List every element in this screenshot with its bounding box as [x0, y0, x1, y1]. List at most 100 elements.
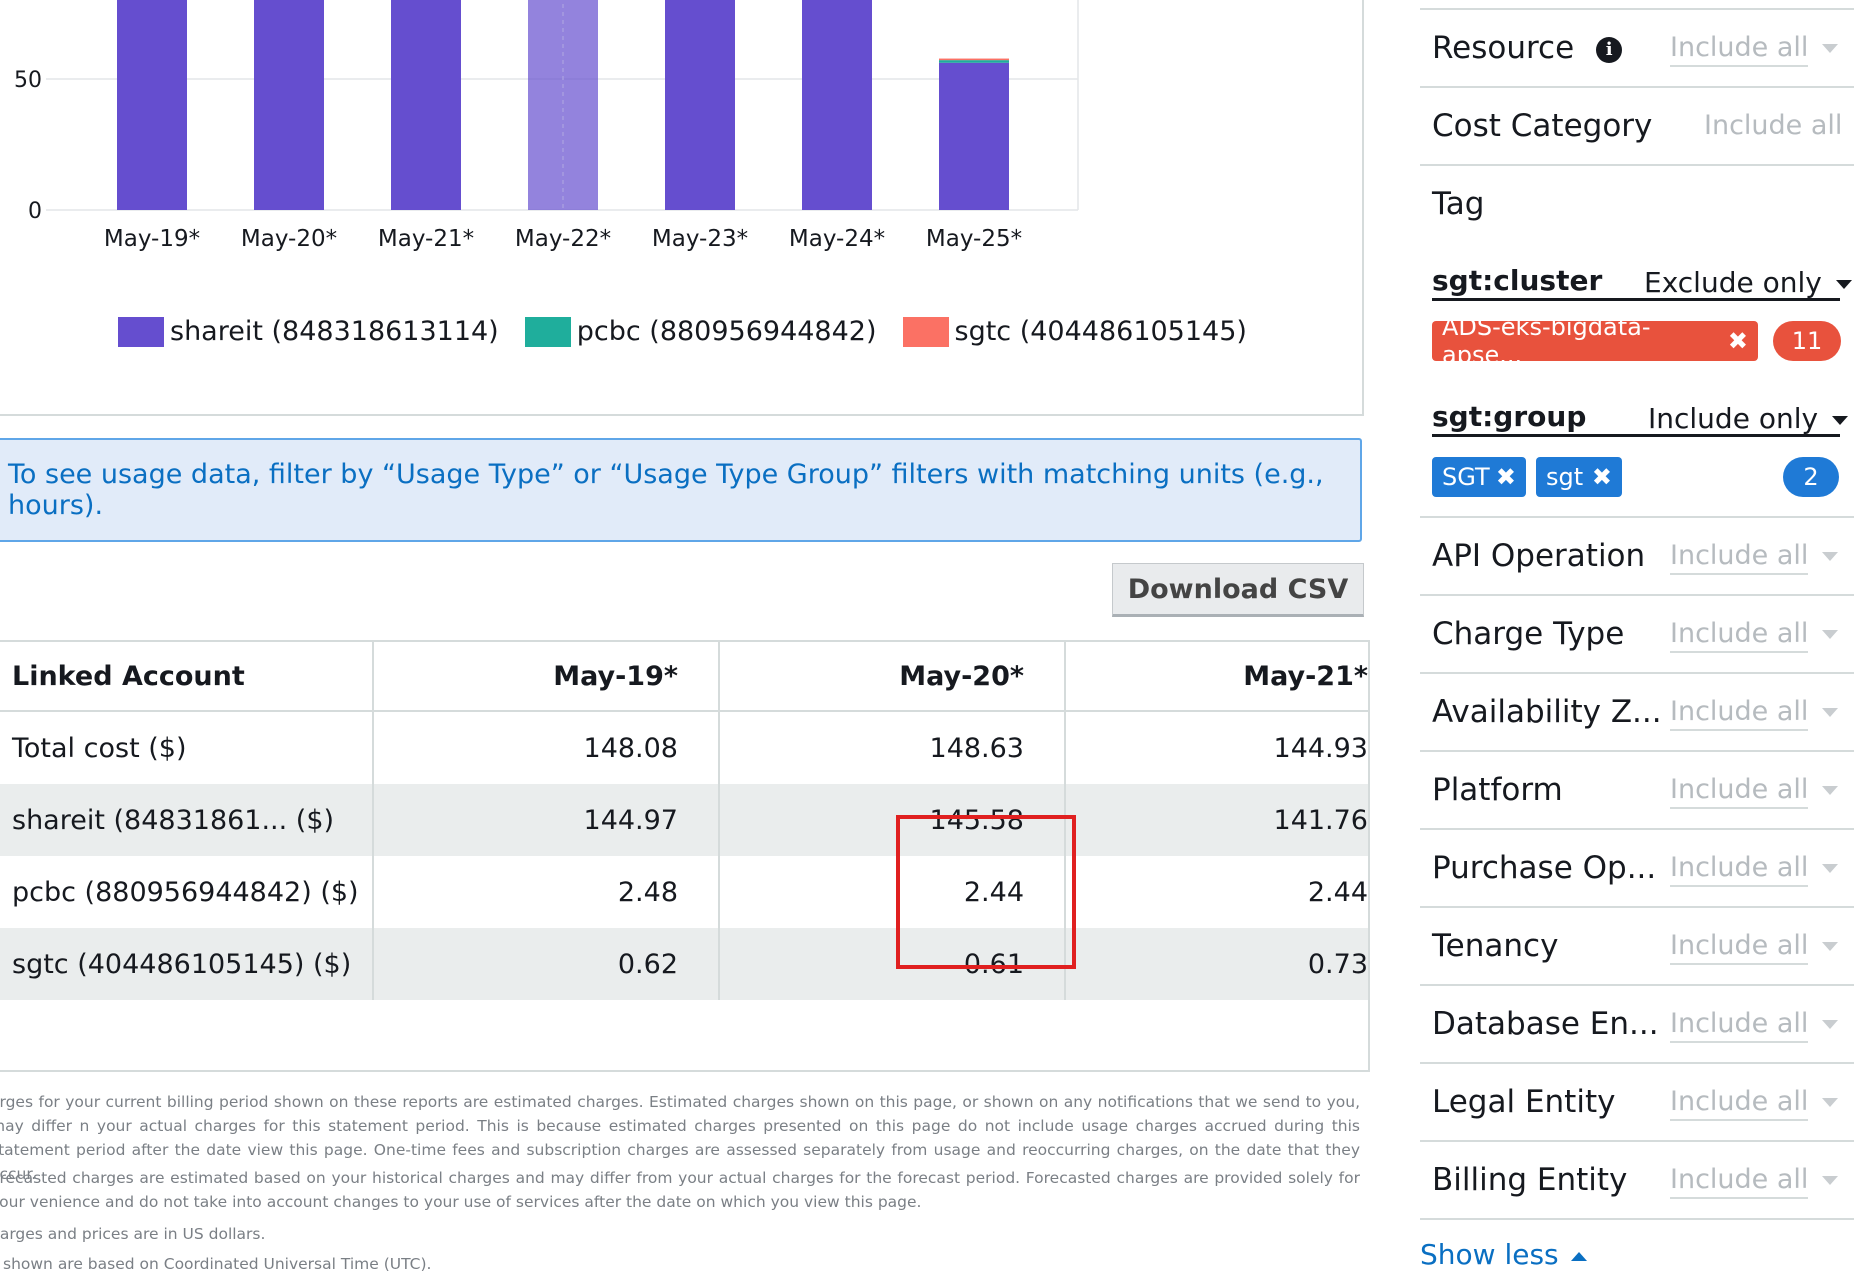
cost-cell: 144.93	[1273, 732, 1368, 764]
row-label: Total cost ($)	[0, 712, 374, 784]
chevron-down-icon	[1822, 1176, 1839, 1185]
column-header-date[interactable]: May-21*	[1066, 642, 1368, 710]
filter-value: Include all	[1670, 1164, 1809, 1199]
x-tick-label: May-24*	[789, 226, 885, 252]
legend-item-sgtc[interactable]: sgtc (404486105145)	[902, 316, 1247, 347]
filter-divider	[1420, 594, 1854, 596]
filter-divider	[1420, 750, 1854, 752]
chevron-down-icon	[1822, 942, 1839, 951]
tag-value-chip[interactable]: sgt ✖	[1536, 457, 1622, 497]
bar-segment	[391, 0, 461, 210]
filter-label[interactable]: Billing Entity	[1432, 1162, 1627, 1198]
filter-dropdown[interactable]: Include all	[1670, 1008, 1839, 1043]
bar-segment	[802, 0, 872, 210]
tag-value-chip[interactable]: SGT ✖	[1432, 457, 1526, 497]
legend-swatch	[118, 316, 164, 347]
column-header-date[interactable]: May-19*	[374, 642, 720, 710]
x-tick-label: May-25*	[926, 226, 1022, 252]
column-header-linked-account[interactable]: Linked Account	[0, 642, 374, 710]
close-icon[interactable]: ✖	[1592, 463, 1612, 491]
chevron-down-icon	[1832, 415, 1849, 425]
download-csv-button[interactable]: Download CSV	[1112, 563, 1364, 617]
tag-mode-dropdown[interactable]: Include only	[1648, 402, 1849, 435]
show-less-link[interactable]: Show less	[1420, 1238, 1587, 1271]
close-icon[interactable]: ✖	[1496, 463, 1516, 491]
close-icon[interactable]: ✖	[1728, 327, 1748, 355]
filter-label[interactable]: Platform	[1432, 772, 1563, 808]
filter-divider	[1420, 1218, 1854, 1220]
bar-segment	[939, 60, 1009, 63]
cost-cell: 144.97	[374, 784, 720, 856]
cost-cell: 0.62	[374, 928, 720, 1000]
table-row: pcbc (880956944842) ($) 2.48 2.44 2.44	[0, 856, 1368, 928]
filter-dropdown[interactable]: Include all	[1670, 618, 1839, 653]
filter-value: Include all	[1670, 540, 1809, 575]
bar-segment	[939, 58, 1009, 61]
tag-value-chip[interactable]: ADS-eks-bigdata-apse... ✖	[1432, 313, 1758, 369]
row-label: sgtc (404486105145) ($)	[0, 928, 374, 1000]
row-label: shareit (84831861... ($)	[0, 784, 374, 856]
filter-dropdown[interactable]: Include all	[1670, 930, 1839, 965]
usage-info-banner: To see usage data, filter by “Usage Type…	[0, 438, 1362, 542]
table-header-row: Linked Account May-19* May-20* May-21*	[0, 642, 1368, 712]
filter-cost-category-label[interactable]: Cost Category	[1432, 108, 1652, 144]
filter-divider	[1420, 906, 1854, 908]
filter-divider	[1420, 86, 1854, 88]
filter-label[interactable]: Charge Type	[1432, 616, 1624, 652]
filter-label[interactable]: Purchase Op...	[1432, 850, 1656, 886]
filter-label[interactable]: Database En...	[1432, 1006, 1659, 1042]
tag-count-badge: 11	[1773, 321, 1841, 361]
bar-segment	[939, 62, 1009, 210]
filter-label[interactable]: Tenancy	[1432, 928, 1558, 964]
legend-swatch	[524, 316, 571, 347]
filter-value: Include all	[1670, 32, 1809, 67]
legend-label: pcbc (880956944842)	[576, 316, 877, 347]
filter-tag-label[interactable]: Tag	[1432, 186, 1484, 222]
filter-value: Include all	[1670, 930, 1809, 965]
tag-mode-value: Exclude only	[1644, 266, 1822, 299]
x-tick-label: May-22*	[515, 226, 611, 252]
x-tick-label: May-20*	[241, 226, 337, 252]
filter-resource-dropdown[interactable]: Include all	[1670, 32, 1839, 67]
cost-cell: 2.44	[1307, 876, 1368, 908]
filter-dropdown[interactable]: Include all	[1670, 852, 1839, 887]
table-row: Total cost ($) 148.08 148.63 144.93	[0, 712, 1368, 784]
filter-dropdown[interactable]: Include all	[1670, 1086, 1839, 1121]
filter-label[interactable]: Availability Z...	[1432, 694, 1662, 730]
chevron-down-icon	[1835, 279, 1852, 289]
legend-item-shareit[interactable]: shareit (848318613114)	[118, 316, 499, 347]
legend-label: sgtc (404486105145)	[954, 316, 1247, 347]
filter-divider	[1420, 828, 1854, 830]
filter-cost-category-value: Include all	[1704, 110, 1843, 141]
chart-panel: 0 50 May-19* May-20* May-21* May-22* May-23* Ma…	[0, 0, 1364, 416]
bar-segment	[117, 0, 187, 210]
info-icon[interactable]: i	[1596, 36, 1623, 63]
filter-resource-label[interactable]: Resource i	[1432, 30, 1623, 66]
disclaimer-forecast: orecasted charges are estimated based on…	[0, 1169, 1360, 1211]
x-tick-label: May-21*	[378, 226, 474, 252]
chip-label: ADS-eks-bigdata-apse...	[1442, 313, 1651, 369]
chevron-down-icon	[1822, 44, 1839, 53]
legend-item-pcbc[interactable]: pcbc (880956944842)	[524, 316, 877, 347]
filter-divider	[1420, 672, 1854, 674]
cost-cell: 148.08	[374, 712, 720, 784]
disclaimer-utc: s shown are based on Coordinated Univers…	[0, 1255, 432, 1273]
filter-label[interactable]: Legal Entity	[1432, 1084, 1615, 1120]
filter-value: Include all	[1670, 618, 1809, 653]
filter-dropdown[interactable]: Include all	[1670, 774, 1839, 809]
chip-label: SGT	[1442, 463, 1490, 491]
filter-dropdown[interactable]: Include all	[1670, 696, 1839, 731]
highlight-annotation-box	[896, 815, 1076, 969]
tag-mode-dropdown[interactable]: Exclude only	[1644, 266, 1852, 299]
cost-table: Linked Account May-19* May-20* May-21* T…	[0, 640, 1370, 1072]
filter-divider	[1420, 516, 1854, 518]
y-tick-label: 0	[28, 199, 42, 224]
filter-dropdown[interactable]: Include all	[1670, 1164, 1839, 1199]
filter-label[interactable]: API Operation	[1432, 538, 1645, 574]
cost-bar-chart: 0 50 May-19* May-20* May-21* May-22* May-23* Ma…	[14, 0, 1079, 252]
tag-key-sgt-cluster: sgt:cluster	[1432, 264, 1603, 297]
chart-legend: shareit (848318613114) pcbc (88095694484…	[118, 316, 1273, 347]
cost-cell: 141.76	[1273, 804, 1368, 836]
filter-dropdown[interactable]: Include all	[1670, 540, 1839, 575]
column-header-date[interactable]: May-20*	[720, 642, 1066, 710]
